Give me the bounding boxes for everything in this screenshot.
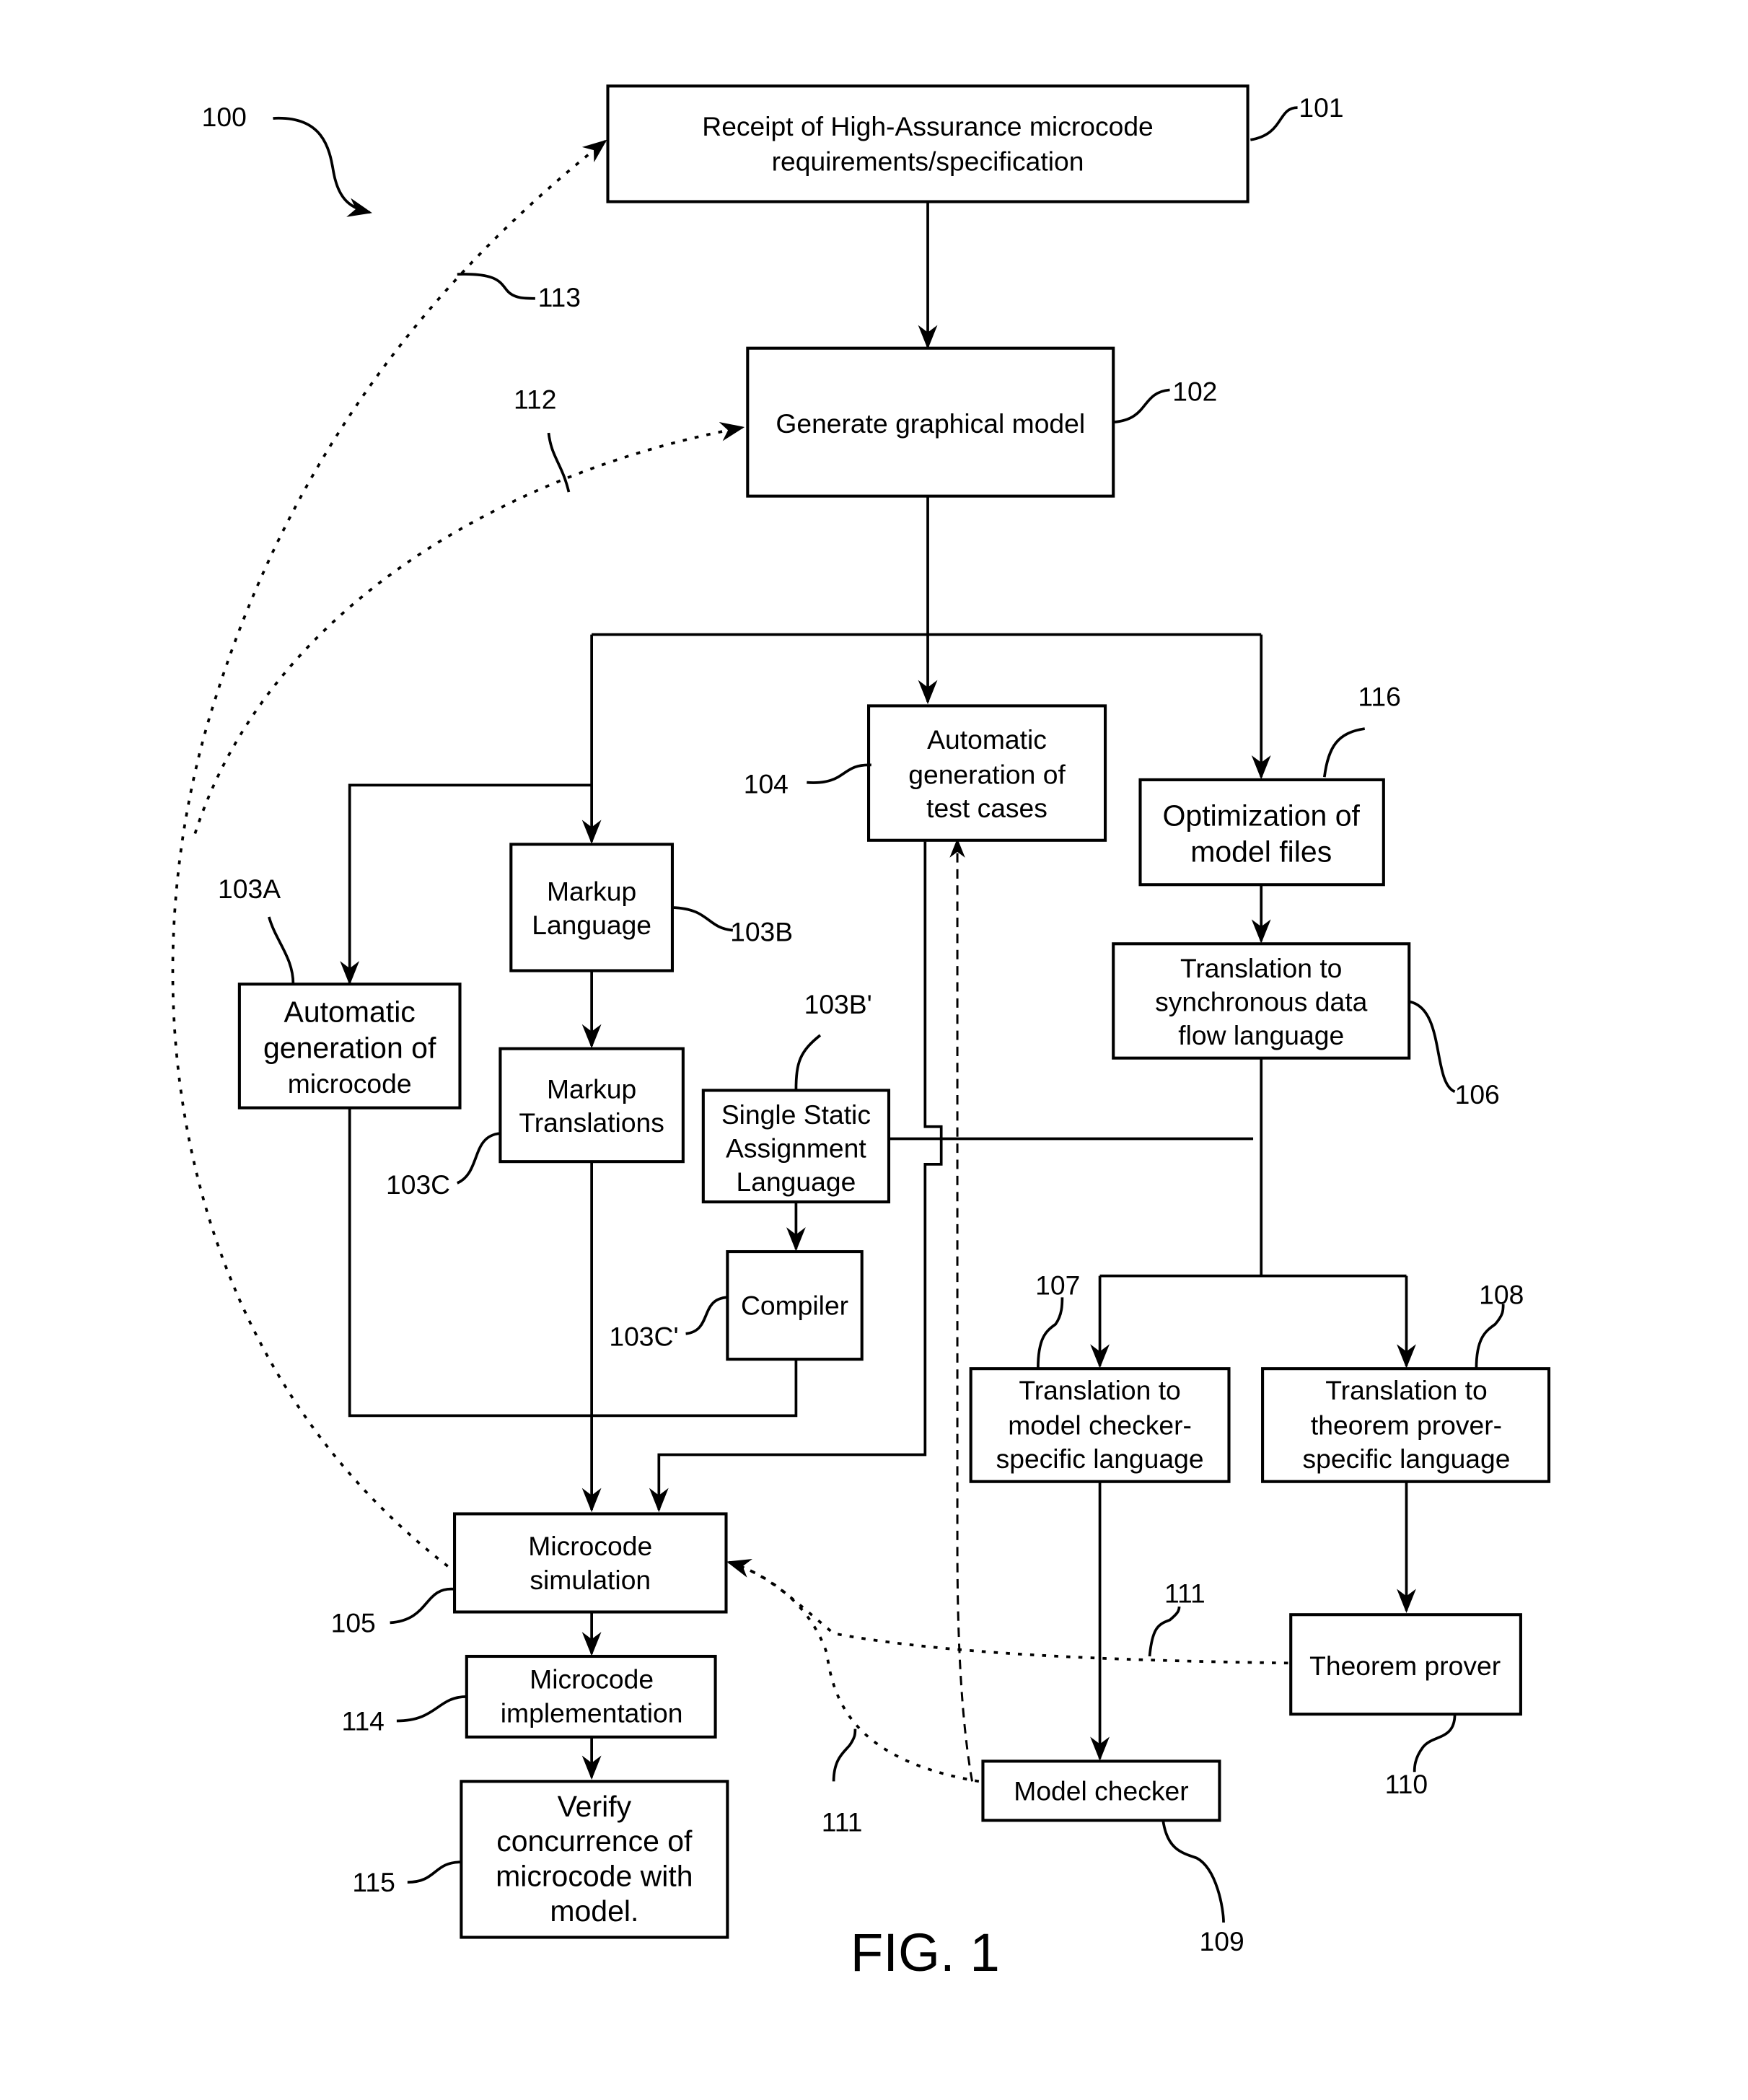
box-103a: Automatic generation of microcode [237, 983, 462, 1110]
svg-text:116: 116 [1358, 681, 1400, 711]
svg-text:specific language: specific language [1303, 1444, 1511, 1474]
svg-text:Model checker: Model checker [1014, 1775, 1188, 1806]
figure-ref-100: 100 [202, 102, 247, 132]
box-103b: Markup Language [509, 843, 675, 972]
svg-text:simulation: simulation [530, 1565, 651, 1595]
svg-text:105: 105 [331, 1607, 376, 1638]
svg-text:112: 112 [514, 385, 556, 415]
svg-text:107: 107 [1035, 1270, 1080, 1301]
svg-text:103B': 103B' [804, 989, 872, 1019]
svg-text:model checker-: model checker- [1008, 1410, 1192, 1441]
svg-text:113: 113 [538, 282, 581, 312]
feedback-111-model [732, 1562, 980, 1783]
box-116: Optimization of model files [1138, 778, 1385, 887]
svg-text:111: 111 [822, 1806, 863, 1837]
svg-text:102: 102 [1172, 376, 1217, 406]
svg-text:concurrence of: concurrence of [496, 1824, 693, 1858]
box-110: Theorem prover [1289, 1613, 1522, 1716]
svg-text:generation of: generation of [263, 1032, 436, 1065]
svg-text:microcode with: microcode with [496, 1860, 693, 1893]
svg-text:Automatic: Automatic [284, 995, 416, 1028]
svg-text:103C': 103C' [609, 1322, 678, 1352]
svg-text:Compiler: Compiler [741, 1291, 848, 1321]
svg-text:Automatic: Automatic [927, 724, 1047, 755]
box-106: Translation to synchronous data flow lan… [1112, 942, 1411, 1060]
svg-text:Translation to: Translation to [1325, 1375, 1487, 1405]
svg-text:114: 114 [342, 1706, 385, 1736]
svg-text:Receipt of High-Assurance micr: Receipt of High-Assurance microcode [702, 111, 1154, 141]
svg-text:model files: model files [1190, 835, 1332, 869]
svg-text:Generate graphical model: Generate graphical model [776, 408, 1085, 439]
svg-text:Translation to: Translation to [1019, 1375, 1180, 1405]
svg-text:Language: Language [532, 910, 651, 940]
box-105: Microcode simulation [452, 1512, 728, 1614]
svg-text:specific language: specific language [996, 1444, 1204, 1474]
svg-text:implementation: implementation [501, 1697, 683, 1728]
svg-text:103A: 103A [218, 874, 281, 904]
svg-text:111: 111 [1164, 1578, 1205, 1608]
box-103b-prime: Single Static Assignment Language [701, 1089, 891, 1204]
svg-text:Microcode: Microcode [530, 1664, 654, 1695]
svg-text:Optimization of: Optimization of [1163, 799, 1361, 832]
svg-text:110: 110 [1385, 1769, 1428, 1799]
svg-text:Assignment: Assignment [726, 1133, 866, 1164]
box-115: Verify concurrence of microcode with mod… [460, 1780, 729, 1939]
svg-text:flow language: flow language [1178, 1020, 1344, 1050]
box-101: Receipt of High-Assurance microcode requ… [606, 84, 1249, 203]
svg-text:Single Static: Single Static [721, 1099, 871, 1130]
svg-text:Microcode: Microcode [528, 1531, 652, 1561]
box-103c-prime: Compiler [726, 1249, 864, 1361]
svg-text:test cases: test cases [926, 793, 1048, 823]
svg-text:generation of: generation of [908, 760, 1066, 790]
svg-text:Markup: Markup [547, 877, 636, 907]
svg-text:104: 104 [744, 769, 789, 799]
flowchart-diagram: 100 Receipt of High-Assurance microcode … [171, 84, 1551, 1982]
box-107: Translation to model checker- specific l… [969, 1367, 1231, 1483]
feedback-112 [193, 421, 745, 835]
svg-text:Theorem prover: Theorem prover [1309, 1651, 1501, 1681]
box-109: Model checker [981, 1759, 1221, 1822]
svg-text:model.: model. [550, 1894, 638, 1928]
svg-text:requirements/specification: requirements/specification [772, 146, 1084, 177]
svg-text:Verify: Verify [558, 1790, 632, 1823]
figure-caption: FIG. 1 [851, 1923, 1000, 1982]
svg-text:115: 115 [352, 1867, 395, 1897]
feedback-111-testcases [949, 838, 974, 1782]
box-103c: Markup Translations [499, 1047, 685, 1164]
svg-text:Markup: Markup [547, 1074, 636, 1104]
svg-text:synchronous data: synchronous data [1155, 986, 1367, 1016]
svg-text:Translation to: Translation to [1180, 953, 1342, 983]
figure-ref-100-arrow [273, 117, 372, 217]
svg-text:101: 101 [1299, 92, 1343, 123]
svg-text:103B: 103B [730, 917, 793, 947]
box-108: Translation to theorem prover- specific … [1261, 1367, 1551, 1483]
svg-text:108: 108 [1479, 1280, 1524, 1310]
svg-text:microcode: microcode [288, 1068, 412, 1099]
svg-text:103C: 103C [386, 1169, 450, 1200]
box-114: Microcode implementation [465, 1654, 717, 1739]
svg-text:106: 106 [1455, 1079, 1500, 1110]
svg-text:theorem prover-: theorem prover- [1311, 1410, 1502, 1441]
box-104: Automatic generation of test cases [866, 704, 1107, 842]
svg-text:Language: Language [737, 1167, 856, 1197]
box-102: Generate graphical model [746, 346, 1115, 498]
svg-text:Translations: Translations [519, 1107, 664, 1138]
svg-text:109: 109 [1200, 1926, 1244, 1956]
